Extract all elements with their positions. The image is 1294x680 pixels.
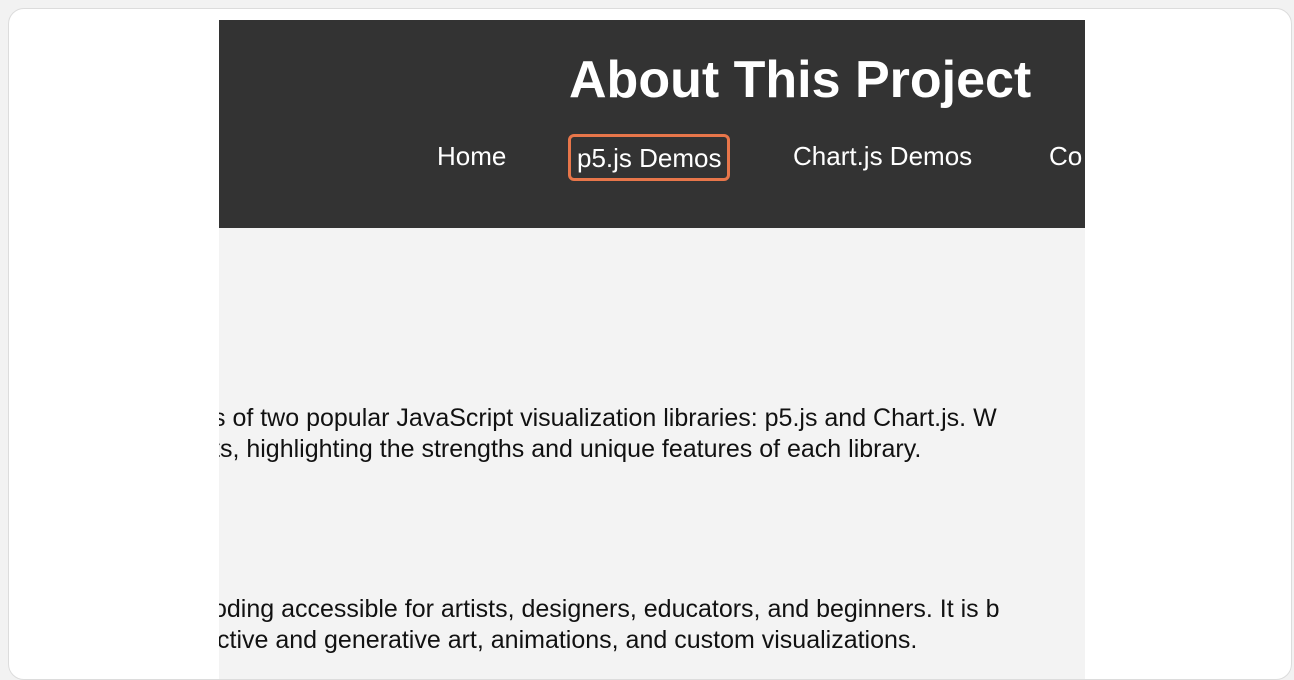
nav-chartjs-demos-link[interactable]: Chart.js Demos [793,141,972,171]
p5js-line-2: ctive and generative art, animations, an… [219,626,918,654]
nav-truncated-link[interactable]: Co [1049,141,1082,171]
nav-p5js-demos-link[interactable]: p5.js Demos [568,134,730,181]
page-title: About This Project [569,51,1032,109]
site-header: About This Project Home p5.js Demos Char… [219,20,1085,228]
browser-viewport: About This Project Home p5.js Demos Char… [219,20,1085,679]
p5js-paragraph: oding accessible for artists, designers,… [219,594,1085,656]
intro-line-1: s of two popular JavaScript visualizatio… [219,404,997,432]
nav-home-link[interactable]: Home [437,141,506,171]
screenshot-frame: About This Project Home p5.js Demos Char… [8,8,1292,680]
p5js-line-1: oding accessible for artists, designers,… [219,595,1000,623]
intro-paragraph: s of two popular JavaScript visualizatio… [219,403,1085,465]
intro-line-2: ts, highlighting the strengths and uniqu… [219,435,922,463]
